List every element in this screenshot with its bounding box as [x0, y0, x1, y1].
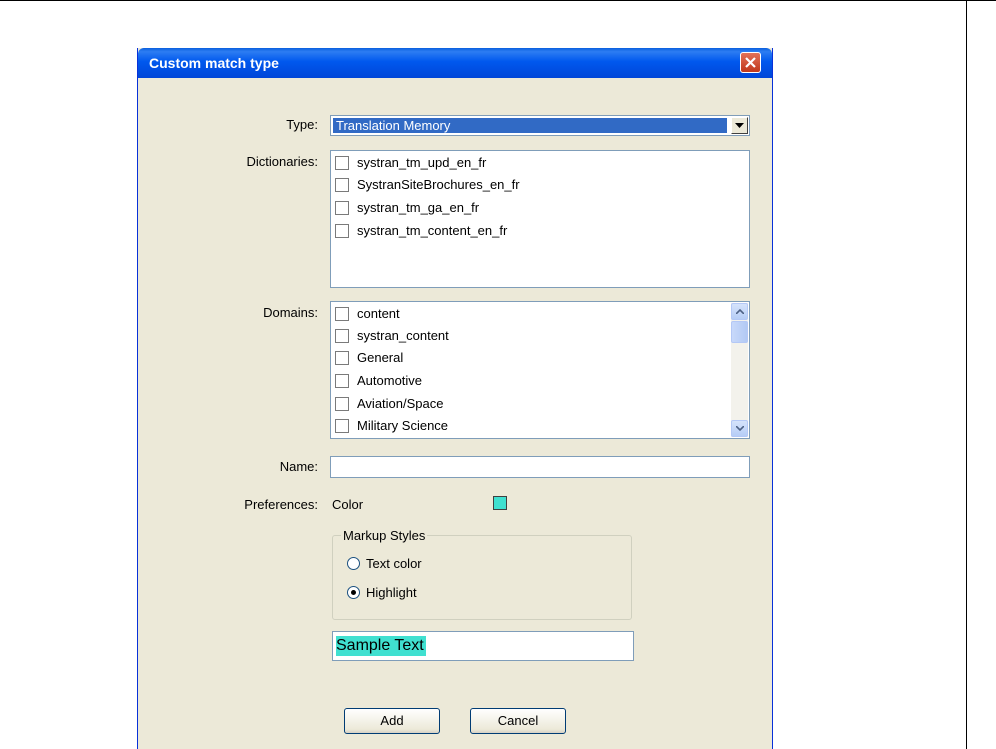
checkbox[interactable]: [335, 396, 349, 411]
item-label: systran_tm_ga_en_fr: [357, 200, 480, 215]
sample-text: Sample Text: [336, 636, 426, 656]
list-item[interactable]: systran_tm_ga_en_fr: [335, 198, 479, 218]
scroll-up-button[interactable]: [731, 303, 748, 320]
item-label: content: [357, 306, 400, 321]
radio-button[interactable]: [347, 586, 360, 600]
markup-styles-legend: Markup Styles: [341, 528, 428, 543]
markup-styles-group: Markup Styles Text color Highlight: [332, 528, 632, 620]
name-input[interactable]: [330, 456, 750, 478]
right-divider: [966, 0, 967, 749]
checkbox[interactable]: [335, 373, 349, 388]
preferences-label: Preferences:: [244, 497, 318, 512]
list-item[interactable]: Aviation/Space: [335, 394, 444, 414]
list-item[interactable]: systran_content: [335, 326, 449, 346]
checkbox[interactable]: [335, 155, 349, 170]
list-item[interactable]: systran_tm_content_en_fr: [335, 221, 507, 241]
list-item[interactable]: Military Science: [335, 416, 448, 436]
scroll-thumb[interactable]: [731, 321, 748, 343]
top-divider: [0, 0, 996, 1]
radio-button[interactable]: [347, 557, 360, 571]
dialog-title: Custom match type: [149, 55, 279, 71]
close-button[interactable]: [740, 52, 761, 73]
item-label: systran_tm_upd_en_fr: [357, 155, 487, 170]
radio-text-color[interactable]: Text color: [347, 554, 422, 574]
item-label: systran_content: [357, 328, 449, 343]
sample-text-preview: Sample Text: [332, 631, 634, 661]
radio-label: Highlight: [366, 585, 417, 600]
radio-label: Text color: [366, 556, 422, 571]
name-label: Name:: [279, 459, 318, 474]
checkbox[interactable]: [335, 350, 349, 365]
domains-scrollbar[interactable]: [731, 303, 748, 437]
checkbox[interactable]: [335, 418, 349, 433]
item-label: Military Science: [357, 418, 449, 433]
checkbox[interactable]: [335, 200, 349, 215]
item-label: Aviation/Space: [357, 396, 444, 411]
item-label: General: [357, 350, 404, 365]
list-item[interactable]: General: [335, 348, 403, 368]
type-selected-value: Translation Memory: [333, 118, 727, 133]
list-item[interactable]: Automotive: [335, 371, 422, 391]
dictionaries-label: Dictionaries:: [246, 154, 318, 169]
domains-list[interactable]: content systran_content General Automoti…: [330, 301, 750, 439]
color-swatch[interactable]: [493, 496, 507, 510]
list-item[interactable]: SystranSiteBrochures_en_fr: [335, 175, 520, 195]
scroll-down-button[interactable]: [731, 420, 748, 437]
checkbox[interactable]: [335, 306, 349, 321]
checkbox[interactable]: [335, 223, 349, 238]
cancel-button[interactable]: Cancel: [470, 708, 566, 734]
list-item[interactable]: content: [335, 304, 400, 324]
checkbox[interactable]: [335, 328, 349, 343]
type-select[interactable]: Translation Memory: [330, 115, 750, 136]
domains-label: Domains:: [263, 305, 318, 320]
radio-highlight[interactable]: Highlight: [347, 583, 417, 603]
color-label: Color: [332, 497, 364, 512]
item-label: systran_tm_content_en_fr: [357, 223, 508, 238]
add-button[interactable]: Add: [344, 708, 440, 734]
item-label: Automotive: [357, 373, 423, 388]
list-item[interactable]: systran_tm_upd_en_fr: [335, 153, 486, 173]
type-dropdown-button[interactable]: [731, 117, 748, 134]
checkbox[interactable]: [335, 177, 349, 192]
item-label: SystranSiteBrochures_en_fr: [357, 177, 520, 192]
custom-match-type-dialog: Custom match type Type: Translation Memo…: [137, 48, 773, 749]
type-label: Type:: [286, 117, 318, 132]
dictionaries-list[interactable]: systran_tm_upd_en_fr SystranSiteBrochure…: [330, 150, 750, 288]
title-bar[interactable]: Custom match type: [138, 48, 772, 78]
